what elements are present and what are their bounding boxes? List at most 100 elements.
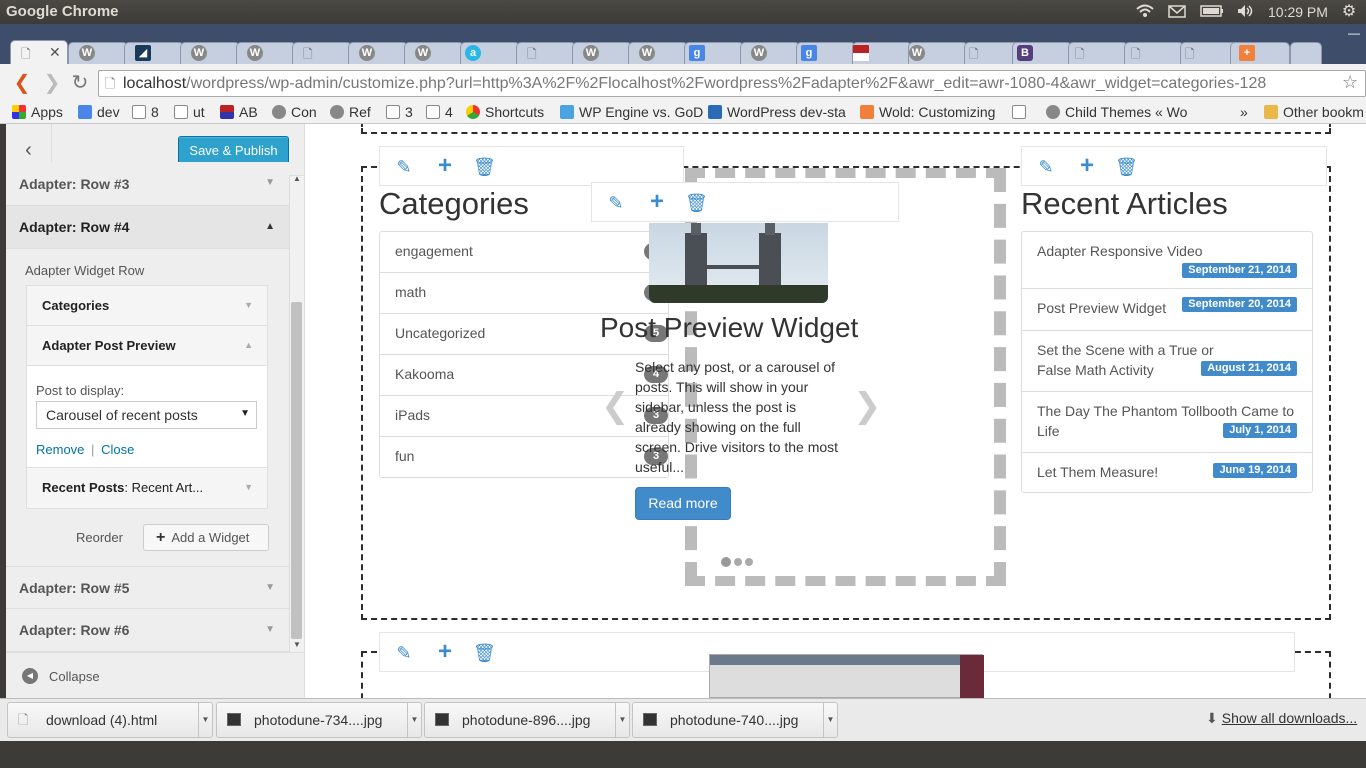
bookmark-8[interactable]: 8 (132, 103, 159, 123)
bookmark-apps[interactable]: Apps (12, 103, 63, 123)
tab-16[interactable] (852, 42, 912, 64)
tab-4[interactable]: W (180, 42, 240, 64)
download-item[interactable]: photodune-896....jpg ▼ (424, 702, 630, 738)
back-arrow-icon[interactable]: ❮ (10, 70, 34, 97)
bookmark-dev[interactable]: dev (78, 103, 120, 123)
remove-link[interactable]: Remove (36, 442, 84, 457)
widget-categories[interactable]: Categories ▼ (26, 285, 268, 326)
download-item[interactable]: 🗋 download (4).html ▼ (7, 702, 213, 738)
download-menu-caret-icon[interactable]: ▼ (198, 703, 212, 737)
carousel-dot[interactable] (721, 557, 731, 567)
download-menu-caret-icon[interactable]: ▼ (615, 703, 629, 737)
clock[interactable]: 10:29 PM (1268, 4, 1328, 20)
section-row-5[interactable]: Adapter: Row #5 ▼ (6, 566, 289, 609)
forward-arrow-icon[interactable]: ❯ (40, 70, 64, 97)
download-menu-caret-icon[interactable]: ▼ (407, 703, 421, 737)
download-item[interactable]: photodune-734....jpg ▼ (216, 702, 422, 738)
trash-icon[interactable]: 🗑 (473, 157, 496, 177)
save-publish-button[interactable]: Save & Publish (178, 136, 289, 165)
edit-icon[interactable]: ✎ (394, 643, 414, 663)
tab-7[interactable]: W (348, 42, 408, 64)
trash-icon[interactable]: 🗑 (1115, 157, 1138, 177)
edit-icon[interactable]: ✎ (394, 157, 414, 177)
tab-21[interactable]: 🗋 (1124, 42, 1184, 64)
post-to-display-select[interactable]: Carousel of recent posts ▼ (36, 401, 257, 429)
tab-11[interactable]: W (572, 42, 632, 64)
trash-icon[interactable]: 🗑 (685, 193, 708, 213)
bookmark-shortcuts[interactable]: Shortcuts (466, 103, 544, 123)
tab-9[interactable]: a (460, 42, 520, 64)
tab-13[interactable]: g (684, 42, 744, 64)
carousel-dot[interactable] (745, 558, 753, 566)
bookmark-wp-engine[interactable]: WP Engine vs. GoD (560, 103, 703, 123)
plus-icon[interactable]: + (1077, 154, 1097, 178)
tab-10[interactable]: 🗋 (516, 42, 576, 64)
tab-2[interactable]: W (68, 42, 128, 64)
download-item[interactable]: photodune-740....jpg ▼ (632, 702, 838, 738)
battery-icon[interactable] (1200, 4, 1223, 20)
plus-icon[interactable]: + (435, 154, 455, 178)
tab-14[interactable]: W (740, 42, 800, 64)
bookmark-ref[interactable]: Ref (330, 103, 371, 123)
bookmark-blank[interactable] (1012, 103, 1031, 123)
page-info-icon[interactable]: 🗋 (105, 71, 115, 96)
read-more-button[interactable]: Read more (635, 487, 731, 520)
settings-gear-icon[interactable]: ⚙ (1340, 4, 1358, 20)
tab-17[interactable]: W (908, 42, 968, 64)
recent-article-item[interactable]: The Day The Phantom Tollbooth Came to Li… (1022, 392, 1312, 453)
tab-20[interactable]: 🗋 (1068, 42, 1128, 64)
section-row-4[interactable]: Adapter: Row #4 ▲ (6, 206, 289, 249)
window-controls[interactable]: — (1348, 26, 1360, 40)
mail-icon[interactable] (1168, 4, 1186, 20)
scrollbar-thumb[interactable] (291, 302, 302, 639)
tab-6[interactable]: 🗋 (292, 42, 352, 64)
bookmark-3[interactable]: 3 (386, 103, 413, 123)
bookmarks-overflow-chevron[interactable]: » (1240, 103, 1248, 123)
collapse-bar[interactable]: ◀ Collapse (6, 652, 304, 698)
address-bar[interactable]: 🗋 localhost/wordpress/wp-admin/customize… (98, 70, 1366, 97)
tab-3[interactable]: ◢ (124, 42, 184, 64)
volume-icon[interactable] (1236, 4, 1254, 20)
reload-icon[interactable]: ↻ (68, 70, 92, 97)
tab-close-icon[interactable]: ✕ (49, 44, 61, 61)
bookmark-4[interactable]: 4 (426, 103, 453, 123)
widget-post-preview[interactable]: Adapter Post Preview ▲ (26, 325, 268, 366)
tab-23[interactable]: + (1230, 42, 1290, 64)
minimize-icon[interactable]: — (1348, 26, 1360, 40)
plus-icon[interactable]: + (435, 640, 455, 664)
bookmark-wordpress-dev[interactable]: WordPress dev-sta (708, 103, 846, 123)
widget-recent-posts[interactable]: Recent Posts: Recent Art... ▼ (26, 467, 268, 509)
download-menu-caret-icon[interactable]: ▼ (823, 703, 837, 737)
recent-article-item[interactable]: Set the Scene with a True or False Math … (1022, 331, 1312, 392)
bookmark-star-icon[interactable]: ☆ (1342, 72, 1358, 93)
category-item[interactable]: math19 (380, 273, 668, 314)
bookmark-ut[interactable]: ut (174, 103, 205, 123)
tab-15[interactable]: g (796, 42, 856, 64)
add-widget-button[interactable]: + Add a Widget (143, 524, 269, 551)
tab-8[interactable]: W (404, 42, 464, 64)
tab-5[interactable]: W (236, 42, 296, 64)
carousel-prev-icon[interactable]: ❮ (601, 386, 630, 426)
bookmark-ab[interactable]: AB (220, 103, 258, 123)
tab-19[interactable]: B (1012, 42, 1072, 64)
tab-12[interactable]: W (628, 42, 688, 64)
bookmark-other[interactable]: Other bookm (1264, 103, 1364, 123)
carousel-dot[interactable] (734, 558, 742, 566)
section-row-6[interactable]: Adapter: Row #6 ▼ (6, 609, 289, 652)
bookmark-con[interactable]: Con (272, 103, 317, 123)
bookmark-wold[interactable]: Wold: Customizing (860, 103, 995, 123)
tab-active[interactable]: 🗋 ✕ (10, 40, 68, 64)
carousel-next-icon[interactable]: ❯ (853, 386, 882, 426)
recent-article-item[interactable]: Let Them Measure! June 19, 2014 (1022, 453, 1312, 494)
recent-article-item[interactable]: Post Preview Widget September 20, 2014 (1022, 289, 1312, 331)
section-row-3[interactable]: Adapter: Row #3 ▼ (6, 162, 289, 206)
edit-icon[interactable]: ✎ (1036, 157, 1056, 177)
reorder-link[interactable]: Reorder (76, 530, 123, 545)
bookmark-child-themes[interactable]: Child Themes « Wo (1046, 103, 1187, 123)
trash-icon[interactable]: 🗑 (473, 643, 496, 663)
category-item[interactable]: engagement20 (380, 232, 668, 273)
recent-article-item[interactable]: Adapter Responsive Video September 21, 2… (1022, 232, 1312, 289)
category-item[interactable]: fun 3 (380, 437, 668, 478)
scroll-up-icon[interactable]: ▲ (293, 174, 301, 183)
show-all-downloads-link[interactable]: ⬇ Show all downloads... (1206, 710, 1357, 727)
